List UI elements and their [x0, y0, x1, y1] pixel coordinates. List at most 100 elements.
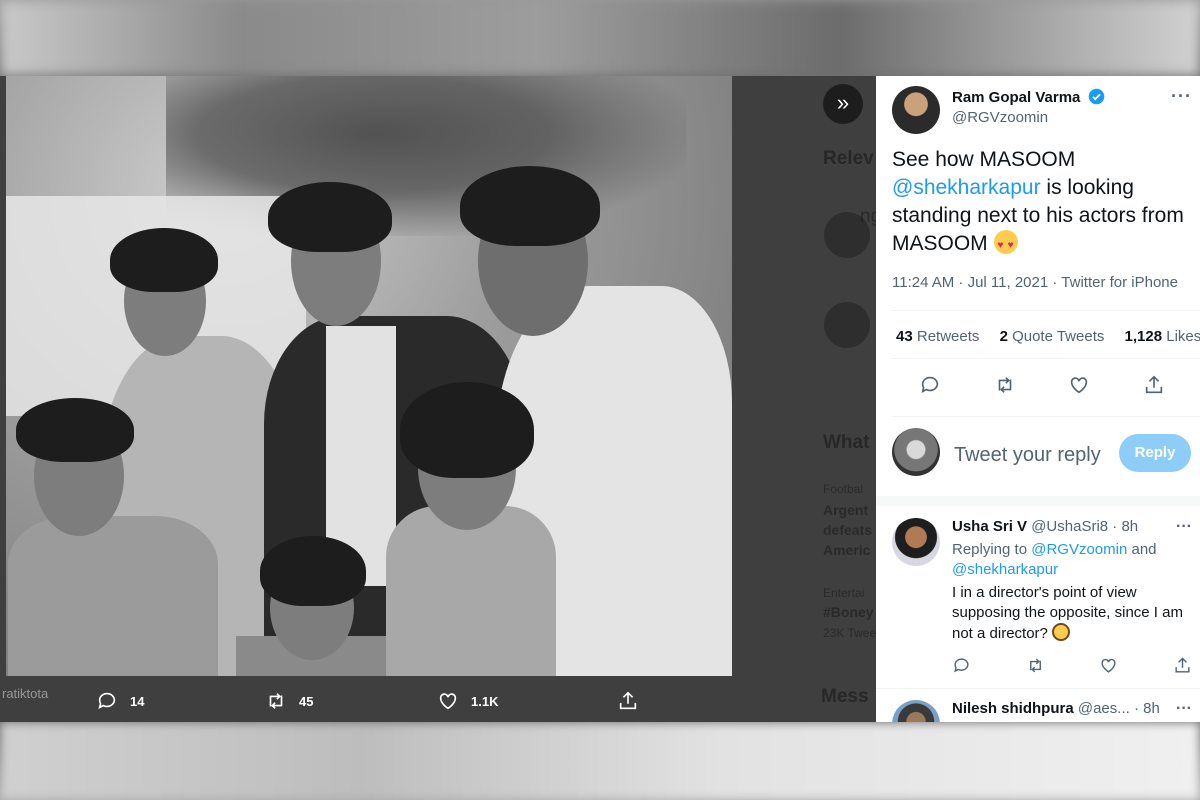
replying-to: Replying to @RGVzoomin and @shekharkapur	[952, 540, 1192, 580]
reply-author-name[interactable]: Nilesh shidhpura	[952, 700, 1074, 717]
expand-icon: »	[836, 90, 850, 115]
avatar[interactable]	[892, 518, 940, 566]
tweet-panel: Ram Gopal Varma @RGVzoomin ··· See how M…	[876, 76, 1200, 722]
reply-composer: Tweet your reply Reply	[892, 428, 1192, 480]
ghost-label: Footbal	[823, 482, 864, 496]
reply-author-row: Nilesh shidhpura @aes... · 8h	[952, 700, 1160, 717]
reply-tweet[interactable]: Nilesh shidhpura @aes... · 8h ···	[892, 700, 1192, 722]
tweet-text-part: See how MASOOM	[892, 148, 1076, 171]
tweet-actions	[892, 372, 1192, 402]
photo-hair	[268, 182, 392, 252]
photo-figure	[8, 516, 218, 676]
likes-stat[interactable]: 1,128 Likes	[1125, 328, 1200, 345]
mention-link[interactable]: @RGVzoomin	[1031, 541, 1127, 558]
ghost-label: 23K Twee	[823, 626, 876, 640]
tweet-text: See how MASOOM @shekharkapur is looking …	[892, 146, 1188, 260]
replying-prefix: Replying to	[952, 541, 1032, 558]
share-icon[interactable]	[1143, 374, 1165, 396]
photo-figure	[386, 506, 556, 676]
like-icon[interactable]	[1099, 656, 1118, 675]
viewer-like-button[interactable]: 1.1K	[437, 690, 498, 712]
reply-icon[interactable]	[919, 374, 941, 396]
avatar	[892, 428, 940, 476]
replying-and: and	[1127, 541, 1157, 558]
divider	[892, 358, 1200, 359]
ghost-trend: Argent	[823, 502, 869, 518]
photo-hair	[400, 382, 534, 478]
share-icon	[619, 691, 637, 710]
quotes-label: Quote Tweets	[1012, 328, 1105, 345]
author-name: Ram Gopal Varma	[952, 89, 1081, 106]
like-count: 1.1K	[471, 693, 499, 709]
photo-hair	[460, 166, 600, 246]
more-options-button[interactable]: ···	[1176, 518, 1192, 536]
quotes-stat[interactable]: 2 Quote Tweets	[1000, 328, 1105, 345]
quotes-count: 2	[999, 328, 1008, 345]
ghost-label: Entertai	[823, 586, 865, 600]
divider	[876, 688, 1200, 689]
viewer-share-button[interactable]	[617, 690, 651, 712]
expand-button[interactable]: »	[823, 84, 863, 124]
reply-handle-time: @UshaSri8 · 8h	[1031, 518, 1139, 535]
blurred-backdrop-bottom	[0, 722, 1200, 800]
retweet-icon[interactable]	[1026, 656, 1045, 675]
viewer-retweet-button[interactable]: 45	[265, 690, 313, 712]
tweet-timestamp[interactable]: 11:24 AM · Jul 11, 2021 · Twitter for iP…	[892, 274, 1178, 291]
retweet-icon[interactable]	[994, 374, 1016, 396]
retweets-count: 43	[896, 328, 913, 345]
avatar[interactable]	[892, 86, 940, 134]
reply-actions	[952, 656, 1192, 678]
ghost-fragment: ng	[860, 206, 876, 227]
ghost-trend: Americ	[823, 542, 871, 558]
author-name-row[interactable]: Ram Gopal Varma	[952, 88, 1105, 106]
section-divider	[876, 496, 1200, 506]
photo-hair	[110, 228, 218, 292]
reply-author-name[interactable]: Usha Sri V	[952, 518, 1027, 535]
like-icon	[439, 693, 457, 710]
retweet-count: 45	[299, 693, 314, 709]
reply-tweet[interactable]: Usha Sri V @UshaSri8 · 8h ··· Replying t…	[892, 518, 1192, 688]
tweet-author: Ram Gopal Varma @RGVzoomin ···	[892, 80, 1192, 134]
reply-count: 14	[130, 693, 145, 709]
like-icon[interactable]	[1068, 374, 1090, 396]
obscured-sidebar: Relev ng What Footbal Argent defeats Ame…	[818, 136, 876, 722]
viewer-reply-button[interactable]: 14	[96, 690, 144, 712]
retweets-stat[interactable]: 43 Retweets	[896, 328, 979, 345]
heart-eyes-emoji	[993, 230, 1018, 260]
verified-icon	[1088, 88, 1104, 105]
nerd-emoji	[1052, 623, 1071, 641]
likes-count: 1,128	[1124, 328, 1163, 345]
share-icon[interactable]	[1173, 656, 1192, 675]
likes-label: Likes	[1166, 328, 1200, 345]
divider	[892, 310, 1200, 311]
reply-text: I in a director's point of view supposin…	[952, 583, 1192, 644]
reply-icon	[98, 692, 116, 709]
retweet-icon	[269, 693, 283, 709]
ghost-heading: Mess	[821, 686, 869, 707]
reply-input[interactable]: Tweet your reply	[954, 444, 1101, 467]
author-handle[interactable]: @RGVzoomin	[952, 109, 1048, 126]
ghost-heading: What	[823, 432, 870, 453]
mention-link[interactable]: @shekharkapur	[952, 561, 1058, 578]
retweets-label: Retweets	[916, 328, 980, 345]
reply-handle-time: @aes... · 8h	[1077, 700, 1160, 717]
more-options-button[interactable]: ···	[1171, 86, 1192, 107]
divider	[892, 416, 1200, 417]
reply-button[interactable]: Reply	[1119, 434, 1191, 472]
blurred-backdrop-top	[0, 0, 1200, 76]
avatar[interactable]	[892, 700, 940, 722]
ghost-heading: Relev	[823, 148, 874, 169]
ghost-avatar	[824, 302, 870, 348]
photo-hair	[16, 398, 134, 462]
media-viewer: » Relev ng What Footbal Argent defeats A…	[0, 76, 876, 722]
photo-hair	[260, 536, 366, 606]
tweet-stats: 43 Retweets 2 Quote Tweets 1,128 Likes	[896, 328, 1200, 345]
mention-link[interactable]: @shekharkapur	[892, 176, 1041, 199]
more-options-button[interactable]: ···	[1176, 700, 1192, 718]
reply-icon[interactable]	[952, 656, 971, 675]
ghost-trend: defeats	[823, 522, 873, 538]
ghost-trend: #Boney	[823, 604, 874, 620]
tweet-photo[interactable]	[6, 76, 732, 676]
reply-author-row: Usha Sri V @UshaSri8 · 8h	[952, 518, 1138, 535]
viewer-action-bar: 14 45 1.1K	[0, 682, 732, 722]
